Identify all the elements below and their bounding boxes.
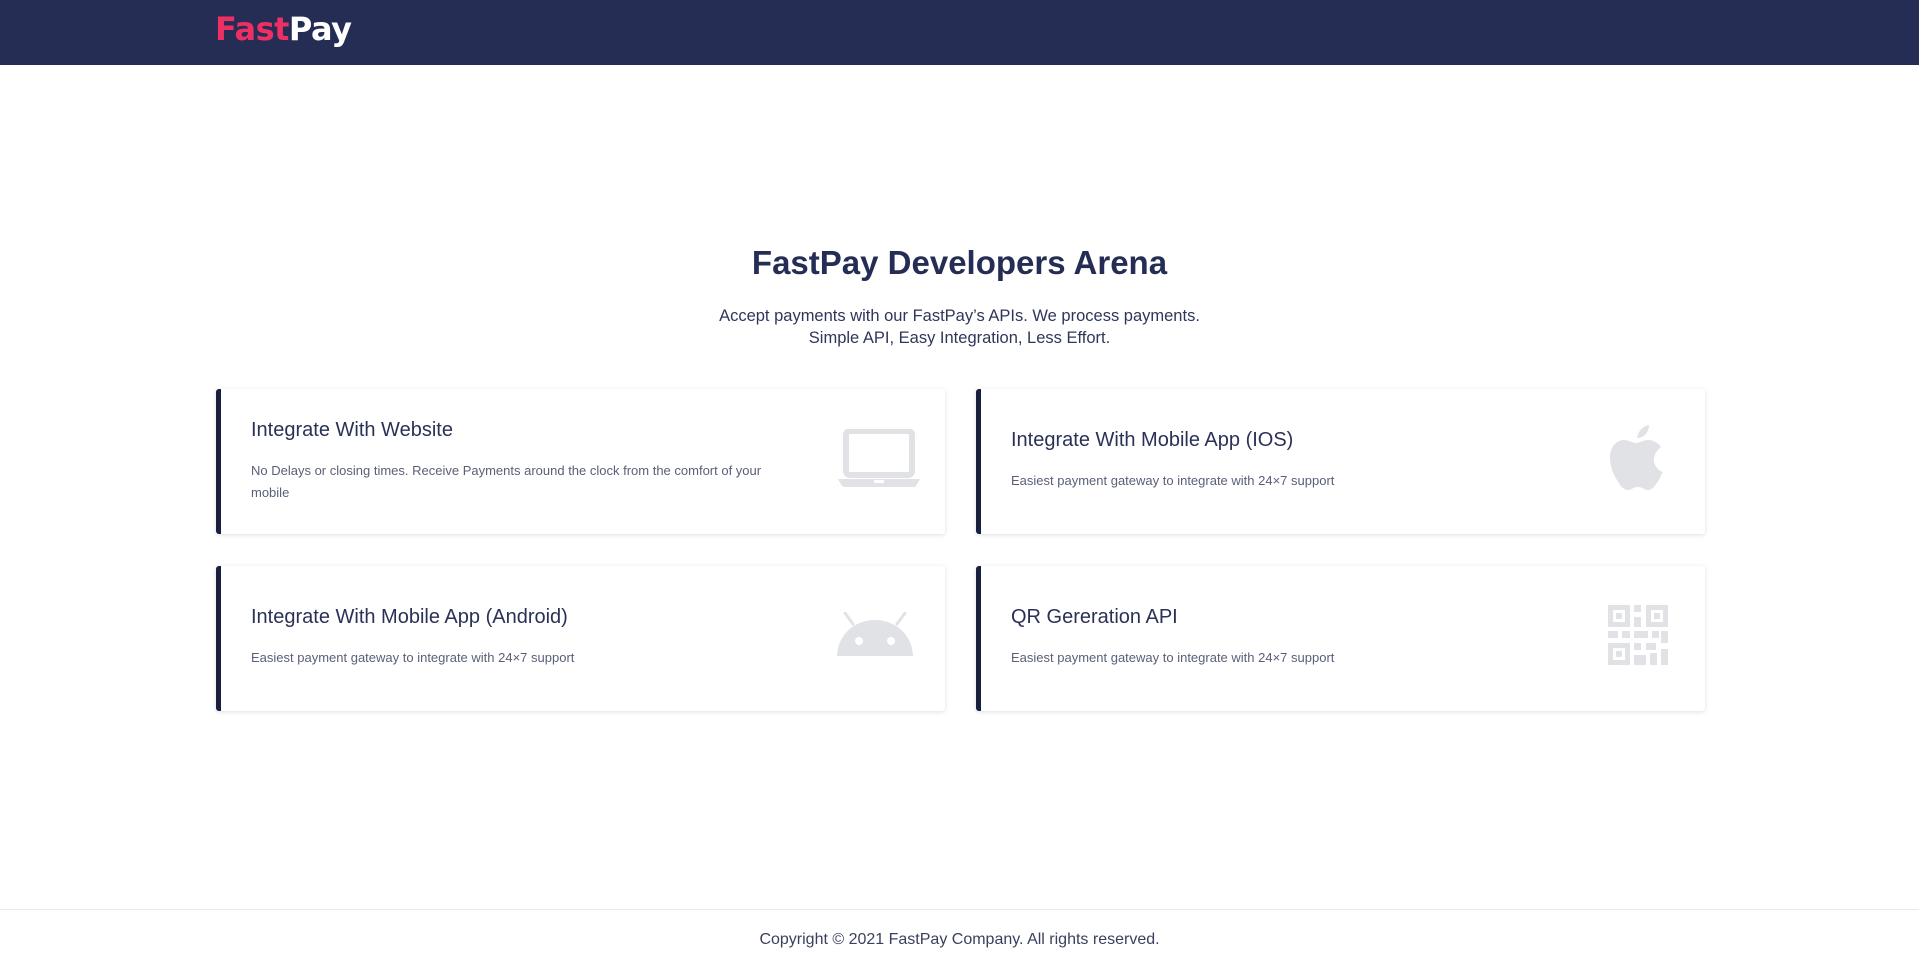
subtitle-line-2: Simple API, Easy Integration, Less Effor… [808,329,1111,347]
apple-icon [1608,424,1664,497]
card-integrate-android[interactable]: Integrate With Mobile App (Android) Easi… [216,566,945,711]
page-subtitle: Accept payments with our FastPay’s APIs.… [0,305,1919,349]
card-integrate-ios[interactable]: Integrate With Mobile App (IOS) Easiest … [976,389,1705,534]
card-title: Integrate With Mobile App (IOS) [1011,429,1294,451]
footer-copyright: Copyright © 2021 FastPay Company. All ri… [759,931,1160,948]
top-navbar: FastPay [0,0,1919,65]
card-integrate-website[interactable]: Integrate With Website No Delays or clos… [216,389,945,534]
qr-code-icon [1608,605,1668,670]
page-title: FastPay Developers Arena [751,244,1168,281]
card-description: Easiest payment gateway to integrate wit… [1011,473,1335,488]
card-title: QR Gereration API [1011,606,1178,628]
logo-text-pay: Pay [288,10,352,48]
card-qr-generation-api[interactable]: QR Gereration API Easiest payment gatewa… [976,566,1705,711]
footer-divider [0,909,1919,910]
subtitle-line-1: Accept payments with our FastPay’s APIs.… [719,307,1200,325]
fastpay-logo[interactable]: FastPay [215,10,352,48]
laptop-icon [838,428,920,494]
android-icon [837,611,913,661]
card-title: Integrate With Website [251,419,453,441]
card-description: Easiest payment gateway to integrate wit… [1011,650,1335,665]
card-description: No Delays or closing times. Receive Paym… [251,463,762,500]
card-title: Integrate With Mobile App (Android) [251,606,568,628]
logo-text-fast: Fast [215,10,289,48]
card-description: Easiest payment gateway to integrate wit… [251,650,575,665]
